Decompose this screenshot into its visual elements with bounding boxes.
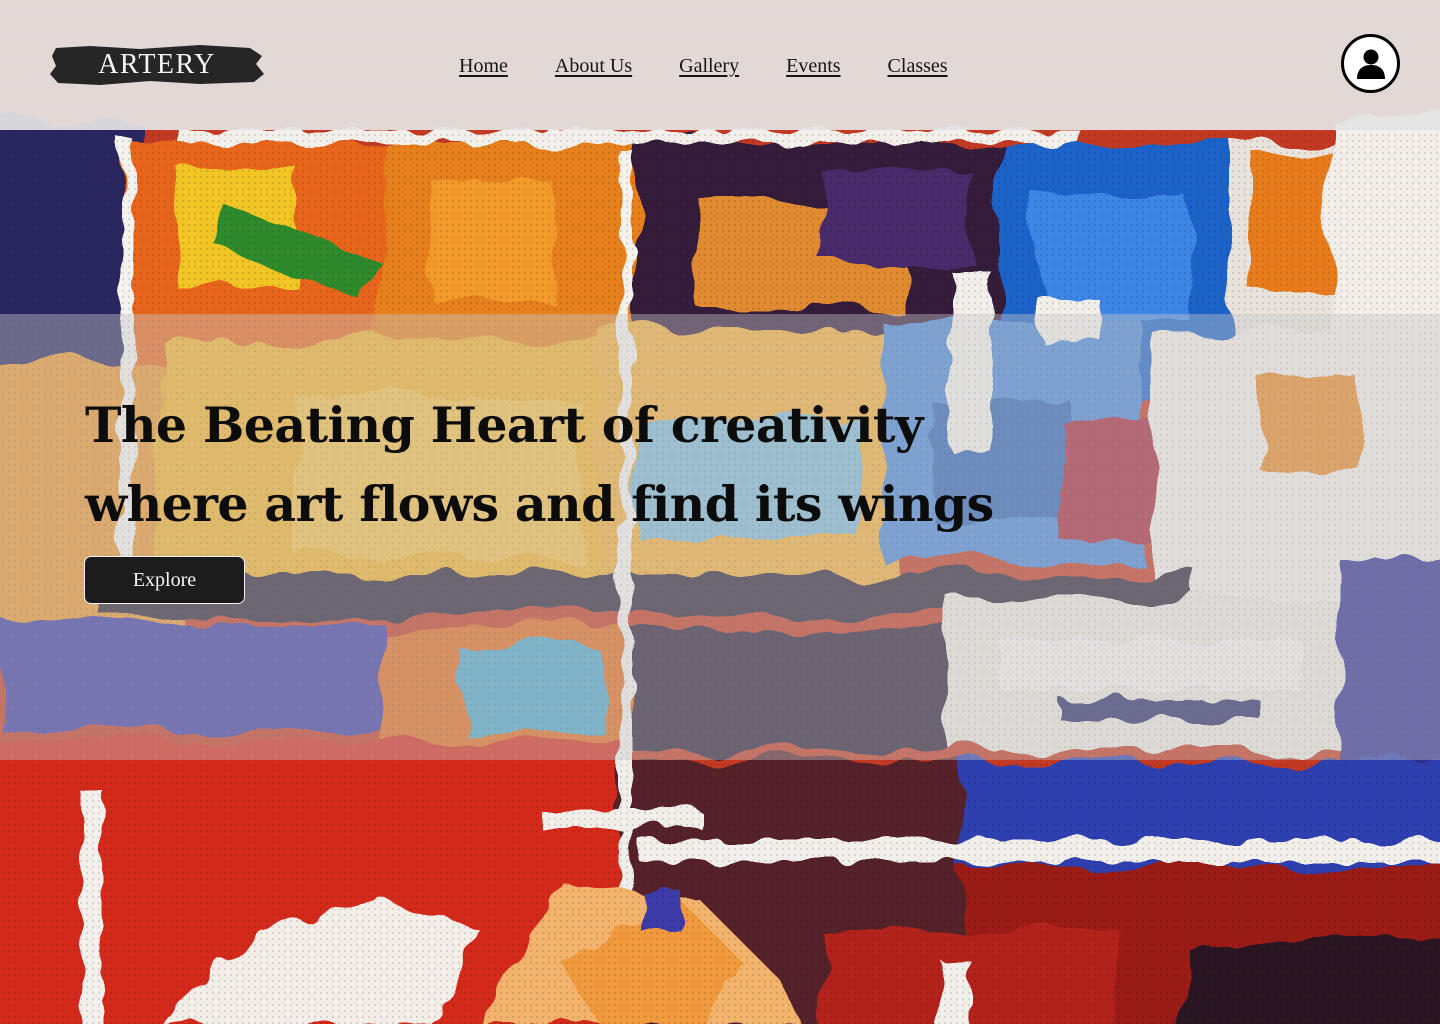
profile-button[interactable] <box>1341 34 1400 93</box>
hero-title: The Beating Heart of creativity where ar… <box>85 386 1085 544</box>
nav-link-home[interactable]: Home <box>459 52 508 82</box>
main-nav: Home About Us Gallery Events Classes <box>459 52 948 82</box>
hero-title-line-2: where art flows and find its wings <box>85 475 994 533</box>
site-header: ARTERY Home About Us Gallery Events Clas… <box>0 0 1440 130</box>
explore-button[interactable]: Explore <box>84 556 245 604</box>
nav-link-gallery[interactable]: Gallery <box>679 52 739 82</box>
artery-logo[interactable]: ARTERY <box>50 44 264 86</box>
logo-text: ARTERY <box>98 49 216 80</box>
nav-link-events[interactable]: Events <box>786 52 840 82</box>
nav-link-about-us[interactable]: About Us <box>555 52 632 82</box>
nav-link-classes[interactable]: Classes <box>888 52 948 82</box>
user-icon <box>1356 49 1385 79</box>
hero-title-line-1: The Beating Heart of creativity <box>85 396 923 454</box>
